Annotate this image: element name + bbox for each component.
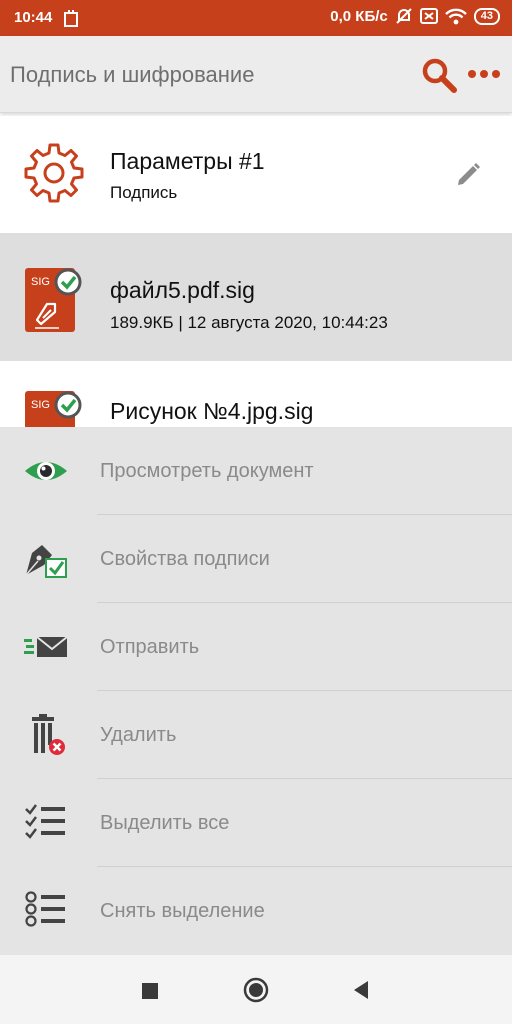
page-title: Подпись и шифрование xyxy=(10,62,255,87)
gear-icon xyxy=(24,143,84,203)
network-speed: 0,0 КБ/с xyxy=(330,7,388,25)
deselect-icon xyxy=(25,891,65,927)
menu-item-select-all[interactable]: Выделить все xyxy=(0,779,512,867)
battery-indicator: 43 xyxy=(473,7,500,25)
file-icon-label: SIG xyxy=(31,399,50,411)
more-options-icon[interactable] xyxy=(466,64,502,84)
file-icon-label: SIG xyxy=(31,276,50,288)
mute-bell-icon xyxy=(396,8,412,24)
home-icon[interactable] xyxy=(241,975,271,1005)
signed-file-icon: SIG xyxy=(25,391,82,427)
back-icon[interactable] xyxy=(346,975,376,1005)
parameters-title: Параметры #1 xyxy=(110,148,265,174)
file-meta: 189.9КБ | 12 августа 2020, 10:44:23 xyxy=(110,313,388,332)
menu-item-view-document[interactable]: Просмотреть документ xyxy=(0,427,512,515)
menu-item-delete[interactable]: Удалить xyxy=(0,691,512,779)
actions-bottom-sheet: Просмотреть документ Свойства подписи От… xyxy=(0,427,512,955)
search-icon[interactable] xyxy=(420,56,458,94)
select-all-icon xyxy=(25,804,65,839)
recent-apps-icon[interactable] xyxy=(134,975,164,1005)
menu-label: Свойства подписи xyxy=(100,548,270,570)
menu-item-signature-properties[interactable]: Свойства подписи xyxy=(0,515,512,603)
status-time: 10:44 xyxy=(14,9,53,26)
parameters-subtitle: Подпись xyxy=(110,183,178,202)
file-name: Рисунок №4.jpg.sig xyxy=(110,398,314,424)
eye-icon xyxy=(25,462,67,480)
system-navigation-bar xyxy=(0,955,512,1024)
send-mail-icon xyxy=(24,636,68,657)
file-row[interactable]: SIG файл5.pdf.sig 189.9КБ | 12 августа 2… xyxy=(0,233,512,361)
signed-file-icon: SIG xyxy=(25,268,82,332)
menu-label: Отправить xyxy=(100,636,200,658)
parameters-row[interactable]: Параметры #1 Подпись xyxy=(0,116,512,233)
delete-icon xyxy=(32,714,65,755)
wifi-icon xyxy=(444,8,467,24)
app-bar: Подпись и шифрование xyxy=(0,36,512,113)
notification-icon xyxy=(64,10,78,27)
file-name: файл5.pdf.sig xyxy=(110,277,255,303)
menu-item-send[interactable]: Отправить xyxy=(0,603,512,691)
status-bar: 10:44 0,0 КБ/с 43 xyxy=(0,0,512,36)
menu-item-deselect[interactable]: Снять выделение xyxy=(0,867,512,955)
menu-label: Удалить xyxy=(100,724,177,746)
signature-properties-icon xyxy=(25,545,67,578)
sim-icon xyxy=(419,8,438,24)
menu-label: Просмотреть документ xyxy=(100,460,314,482)
file-row[interactable]: SIG Рисунок №4.jpg.sig xyxy=(0,361,512,427)
menu-label: Снять выделение xyxy=(100,900,265,922)
edit-pencil-icon[interactable] xyxy=(454,160,482,188)
menu-label: Выделить все xyxy=(100,812,230,834)
